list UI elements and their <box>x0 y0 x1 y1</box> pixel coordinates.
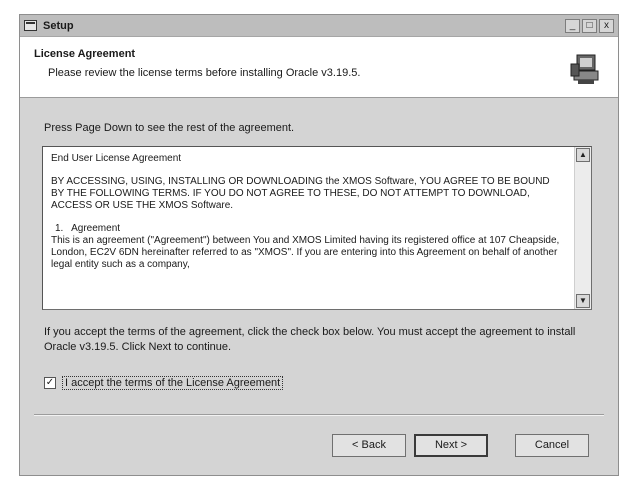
scroll-up-button[interactable]: ▲ <box>576 148 590 162</box>
wizard-header: License Agreement Please review the lice… <box>20 37 618 98</box>
wizard-body: Press Page Down to see the rest of the a… <box>20 98 618 476</box>
agree-checkbox[interactable]: ✓ <box>44 377 56 389</box>
page-title: License Agreement <box>34 48 136 60</box>
window-title: Setup <box>43 19 74 32</box>
license-text: End User License Agreement BY ACCESSING,… <box>43 147 573 309</box>
setup-window: Setup _ □ x License Agreement Please rev… <box>19 14 619 476</box>
minimize-button[interactable]: _ <box>565 18 580 33</box>
close-button[interactable]: x <box>599 18 614 33</box>
maximize-button[interactable]: □ <box>582 18 597 33</box>
agree-row[interactable]: ✓ I accept the terms of the License Agre… <box>44 376 284 390</box>
back-button[interactable]: < Back <box>332 434 406 457</box>
agree-checkbox-label[interactable]: I accept the terms of the License Agreem… <box>62 376 284 390</box>
footer-separator <box>34 414 604 416</box>
license-textbox[interactable]: End User License Agreement BY ACCESSING,… <box>42 146 592 310</box>
instructions-text: Press Page Down to see the rest of the a… <box>44 122 295 134</box>
license-paragraph: This is an agreement ("Agreement") betwe… <box>51 235 563 270</box>
license-heading: End User License Agreement <box>51 153 182 164</box>
license-section-heading: 1. Agreement <box>55 223 121 234</box>
computer-install-icon <box>570 54 599 84</box>
app-window-icon <box>24 20 37 31</box>
license-scrollbar[interactable]: ▲ ▼ <box>574 147 591 309</box>
scroll-down-button[interactable]: ▼ <box>576 294 590 308</box>
accept-instructions: If you accept the terms of the agreement… <box>44 326 576 353</box>
next-button[interactable]: Next > <box>414 434 488 457</box>
title-bar[interactable]: Setup _ □ x <box>20 15 618 37</box>
page-subtitle: Please review the license terms before i… <box>48 67 361 79</box>
license-paragraph: BY ACCESSING, USING, INSTALLING OR DOWNL… <box>51 176 553 211</box>
cancel-button[interactable]: Cancel <box>515 434 589 457</box>
